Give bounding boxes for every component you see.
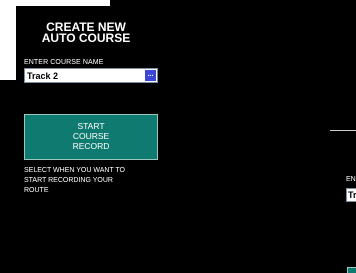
right-course-name-label: EN [346, 176, 356, 183]
ellipsis-button[interactable]: ... [145, 70, 156, 81]
start-course-record-button[interactable]: START COURSE RECORD [24, 114, 158, 160]
screen: CREATE NEW AUTO COURSE ENTER COURSE NAME… [0, 0, 356, 273]
course-name-value[interactable]: Track 2 [27, 70, 58, 82]
divider-line [330, 130, 356, 131]
help-text: SELECT WHEN YOU WANT TO START RECORDING … [24, 167, 126, 194]
create-course-panel: CREATE NEW AUTO COURSE ENTER COURSE NAME… [16, 6, 166, 273]
right-course-name-field[interactable]: Tr [346, 188, 356, 202]
panel-title: CREATE NEW AUTO COURSE [41, 20, 131, 45]
right-start-button[interactable] [347, 267, 356, 273]
course-name-label: ENTER COURSE NAME [24, 59, 104, 66]
background-window-edge [0, 0, 16, 80]
course-name-field[interactable]: Track 2 ... [24, 68, 158, 83]
